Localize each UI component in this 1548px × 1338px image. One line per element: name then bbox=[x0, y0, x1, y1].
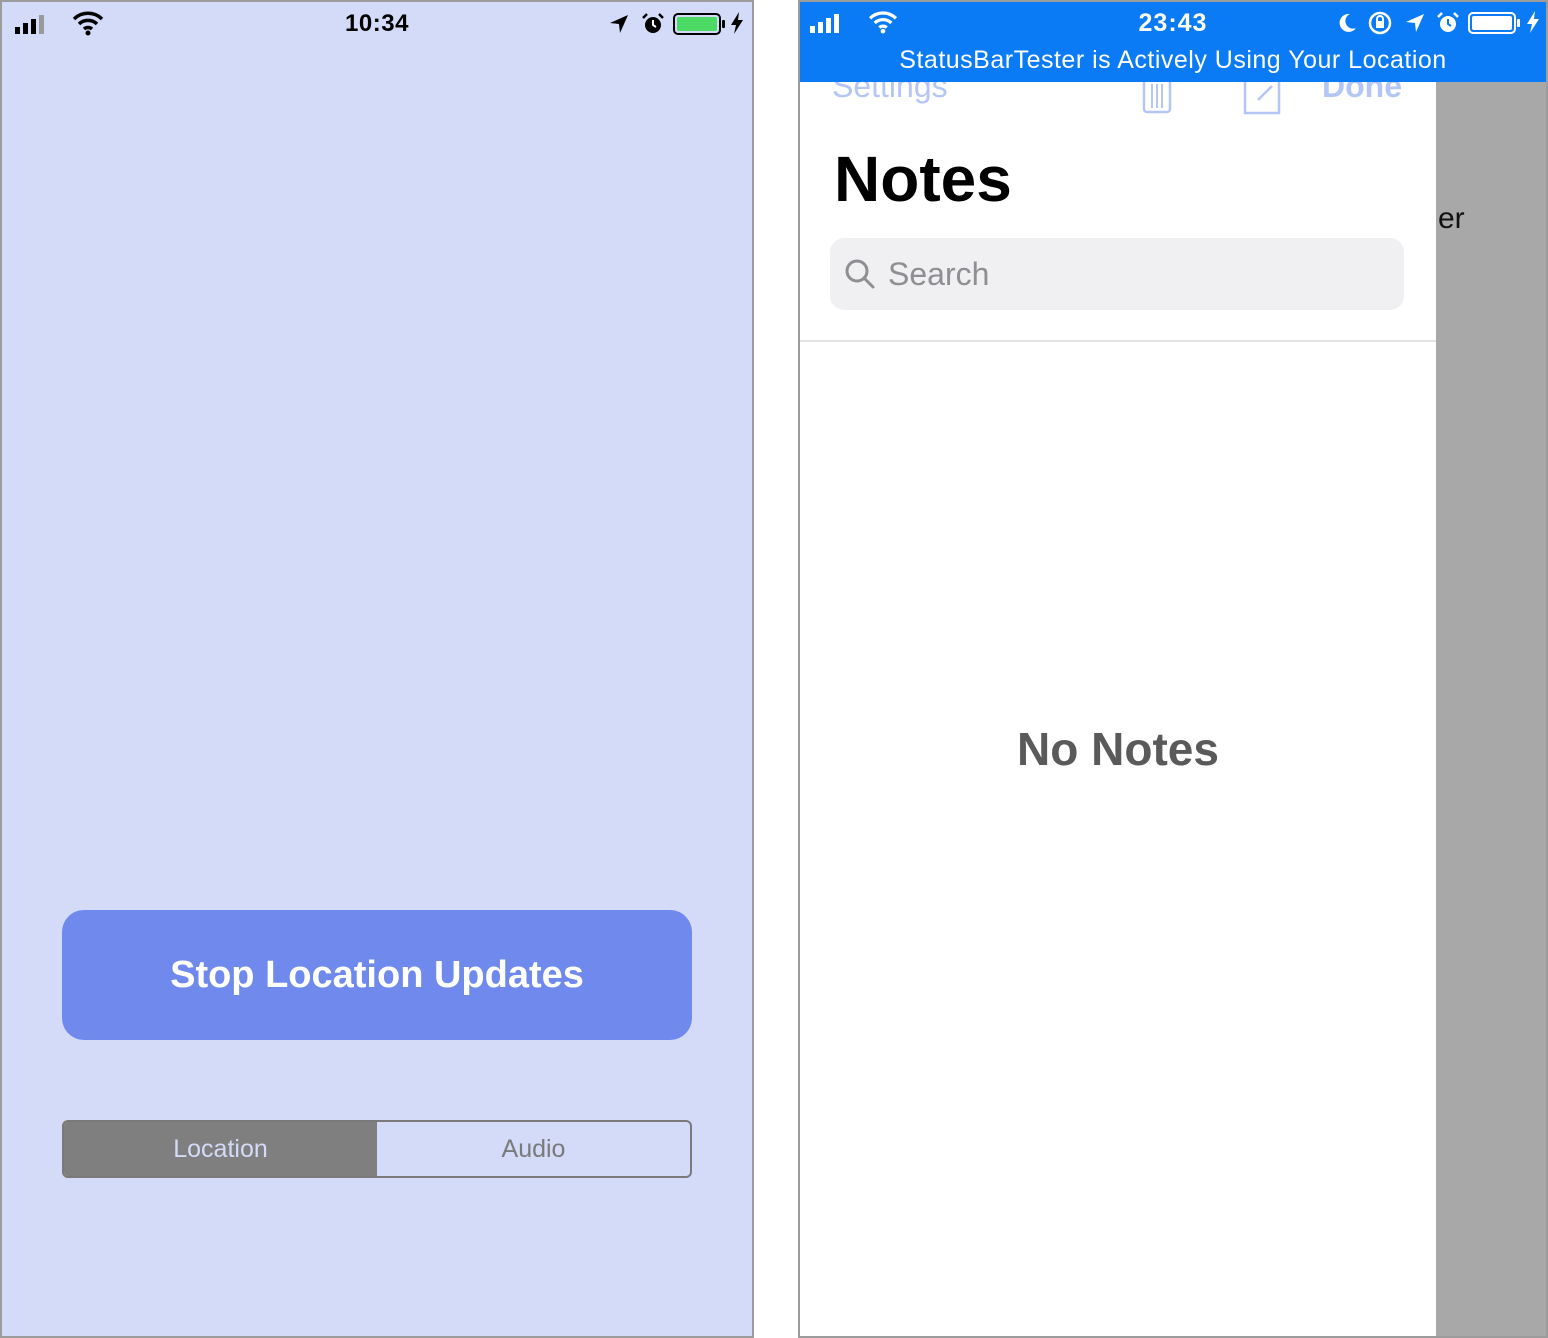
back-settings-button[interactable]: Settings bbox=[832, 82, 948, 105]
location-usage-banner[interactable]: StatusBarTester is Actively Using Your L… bbox=[800, 46, 1546, 75]
location-arrow-icon bbox=[608, 13, 630, 40]
location-status-bar[interactable]: 23:43 StatusBarTester is Actively Using … bbox=[800, 2, 1546, 82]
nav-bar: Settings Done bbox=[800, 82, 1436, 138]
search-icon bbox=[844, 258, 876, 290]
segment-audio[interactable]: Audio bbox=[377, 1122, 690, 1176]
done-button[interactable]: Done bbox=[1322, 82, 1402, 105]
segment-location[interactable]: Location bbox=[64, 1122, 377, 1176]
mode-segmented-control: Location Audio bbox=[62, 1120, 692, 1178]
battery-icon bbox=[1468, 12, 1522, 39]
location-arrow-icon bbox=[1404, 12, 1426, 39]
notes-panel: Settings Done Notes Search No Notes bbox=[800, 82, 1436, 1336]
stop-location-updates-button[interactable]: Stop Location Updates bbox=[62, 910, 692, 1040]
status-bar: 10:34 bbox=[2, 2, 752, 46]
search-placeholder: Search bbox=[888, 255, 990, 292]
rotation-lock-icon bbox=[1367, 11, 1393, 40]
status-time: 23:43 bbox=[1138, 9, 1208, 37]
alarm-icon bbox=[1436, 11, 1460, 40]
background-app-text: er bbox=[1438, 202, 1465, 235]
moon-icon bbox=[1336, 12, 1358, 39]
page-title: Notes bbox=[834, 143, 1012, 215]
right-phone-screen: 23:43 StatusBarTester is Actively Using … bbox=[798, 0, 1548, 1338]
charging-bolt-icon bbox=[1526, 11, 1540, 38]
left-phone-screen: 10:34 Stop Location Updates Location Aud… bbox=[0, 0, 754, 1338]
search-input[interactable]: Search bbox=[830, 238, 1404, 310]
charging-bolt-icon bbox=[730, 12, 744, 39]
alarm-icon bbox=[641, 12, 665, 41]
compose-icon[interactable] bbox=[1242, 82, 1282, 121]
status-time: 10:34 bbox=[345, 10, 409, 37]
empty-state-label: No Notes bbox=[1017, 723, 1219, 775]
battery-icon bbox=[673, 13, 727, 40]
divider bbox=[800, 340, 1436, 342]
trash-icon[interactable] bbox=[1140, 82, 1174, 121]
